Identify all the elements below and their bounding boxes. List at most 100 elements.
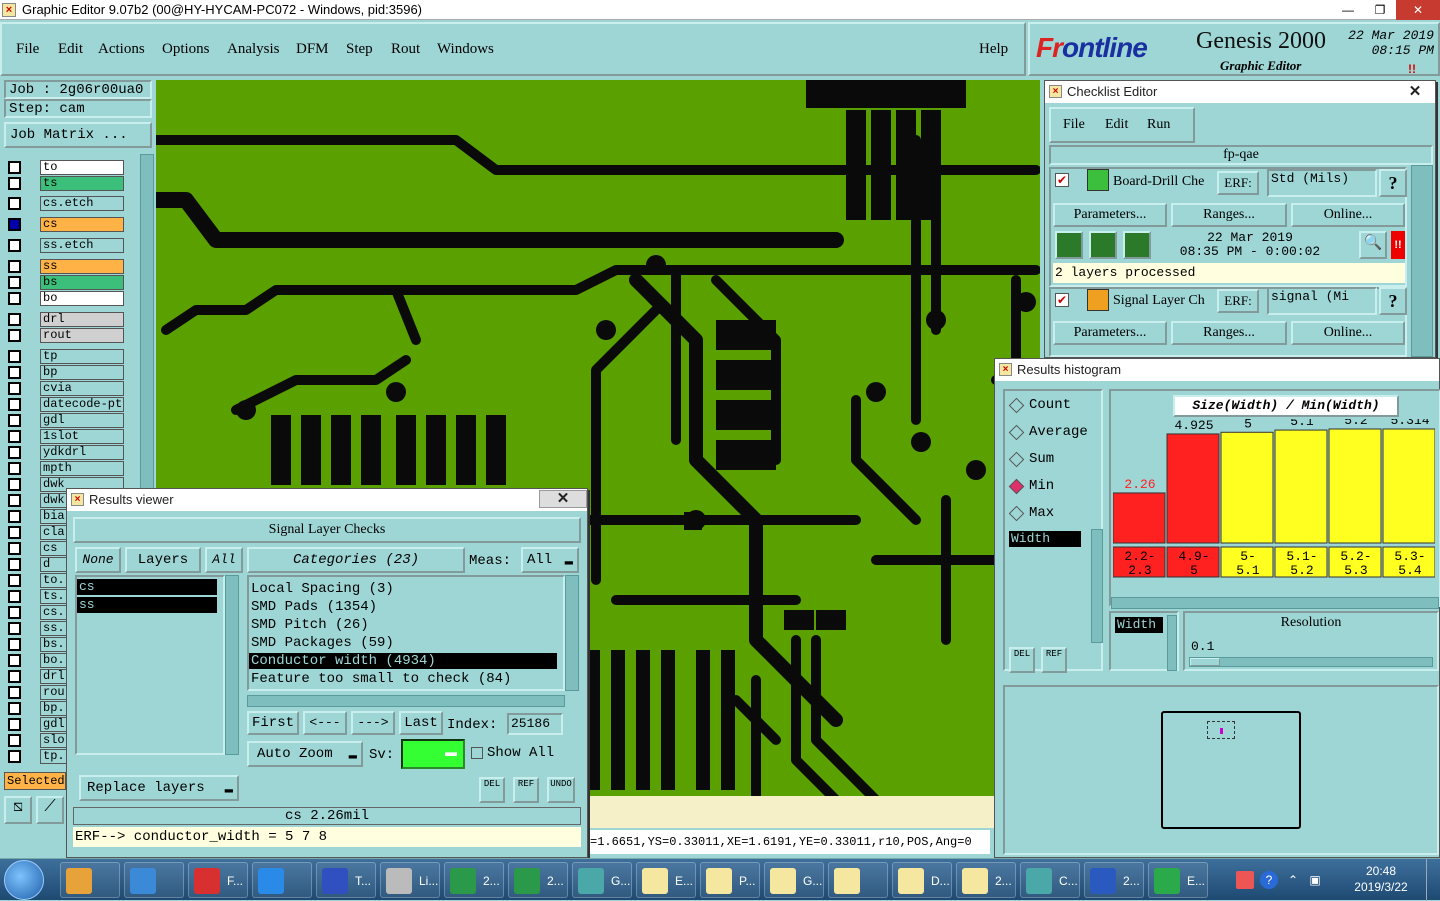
close-button[interactable]: ✕ (1396, 0, 1440, 20)
menu-edit[interactable]: Edit (58, 41, 83, 58)
layer-name[interactable]: mpth (40, 461, 124, 476)
layer-checkbox[interactable] (8, 218, 21, 231)
layer-row[interactable]: bo (6, 291, 126, 306)
auto-zoom-select[interactable]: Auto Zoom ▬ (247, 741, 363, 767)
histogram-option[interactable]: Min (1008, 478, 1099, 496)
layer-checkbox[interactable] (8, 329, 21, 342)
layer-list-scrollbar[interactable] (225, 575, 239, 755)
layer-row[interactable]: ss.etch (6, 238, 126, 253)
layer-checkbox[interactable] (8, 670, 21, 683)
maximize-button[interactable]: ❐ (1364, 0, 1396, 20)
layer-checkbox[interactable] (8, 638, 21, 651)
item1-erf-button[interactable]: ERF: (1217, 171, 1259, 195)
taskbar-item[interactable] (828, 862, 888, 898)
layers-all-button[interactable]: All (205, 547, 243, 573)
radio-icon[interactable] (1008, 505, 1025, 522)
run-action3-icon[interactable] (1123, 231, 1151, 259)
layer-checkbox[interactable] (8, 510, 21, 523)
layer-checkbox[interactable] (8, 239, 21, 252)
item1-parameters-button[interactable]: Parameters... (1053, 203, 1167, 227)
radio-icon[interactable] (1008, 424, 1025, 441)
layer-checkbox[interactable] (8, 606, 21, 619)
layer-row[interactable]: bs (6, 275, 126, 290)
tray-expand-icon[interactable]: ⌃ (1284, 871, 1302, 889)
layer-name[interactable]: to (40, 160, 124, 175)
layer-row[interactable]: rout (6, 328, 126, 343)
layer-name[interactable]: gdl (40, 413, 124, 428)
taskbar-item[interactable] (124, 862, 184, 898)
item2-parameters-button[interactable]: Parameters... (1053, 321, 1167, 345)
measure-tool-icon[interactable]: ⟋ (36, 796, 64, 824)
results-undo-button[interactable]: UNDO (547, 777, 575, 803)
layer-checkbox[interactable] (8, 462, 21, 475)
taskbar-item[interactable]: E... (636, 862, 696, 898)
item1-help-button[interactable]: ? (1379, 169, 1407, 197)
category-item[interactable]: Conductor width (4934) (249, 653, 557, 669)
checklist-menu-edit[interactable]: Edit (1105, 117, 1128, 133)
menu-analysis[interactable]: Analysis (227, 41, 280, 58)
resolution-field[interactable]: Width (1115, 617, 1163, 633)
layer-checkbox[interactable] (8, 622, 21, 635)
layer-checkbox[interactable] (8, 542, 21, 555)
sv-color-select[interactable]: ▬ (401, 739, 465, 769)
tray-help-icon[interactable]: ? (1260, 871, 1278, 889)
histogram-field[interactable]: Width (1009, 531, 1081, 547)
layer-checkbox[interactable] (8, 734, 21, 747)
taskbar-item[interactable]: C... (1020, 862, 1080, 898)
taskbar-item[interactable]: 2... (508, 862, 568, 898)
layer-name[interactable]: rout (40, 328, 124, 343)
taskbar-item[interactable]: G... (572, 862, 632, 898)
menu-rout[interactable]: Rout (391, 41, 420, 58)
item1-checkbox[interactable]: ✔ (1055, 173, 1069, 187)
taskbar-item[interactable]: Li... (380, 862, 440, 898)
checklist-close-icon[interactable]: ✕ (1395, 81, 1435, 103)
layer-checkbox[interactable] (8, 718, 21, 731)
histogram-option[interactable]: Average (1008, 424, 1099, 442)
layer-name[interactable]: drl (40, 312, 124, 327)
layer-checkbox[interactable] (8, 177, 21, 190)
layer-checkbox[interactable] (8, 558, 21, 571)
item2-checkbox[interactable]: ✔ (1055, 293, 1069, 307)
layers-none-button[interactable]: None (75, 547, 121, 573)
category-scrollbar[interactable] (565, 575, 579, 691)
item1-zoom-icon[interactable]: 🔍 (1359, 231, 1387, 259)
layer-checkbox[interactable] (8, 446, 21, 459)
checklist-menu-file[interactable]: File (1063, 117, 1085, 133)
category-item[interactable]: SMD Packages (59) (249, 635, 557, 651)
histogram-ref-button[interactable]: REF (1041, 647, 1067, 673)
category-item[interactable]: Local Spacing (3) (249, 581, 557, 597)
tray-s-icon[interactable] (1236, 871, 1254, 889)
menu-windows[interactable]: Windows (437, 41, 494, 58)
layer-row[interactable]: bp (6, 365, 126, 380)
layer-checkbox[interactable] (8, 702, 21, 715)
layer-row[interactable]: 1slot (6, 429, 126, 444)
layer-checkbox[interactable] (8, 398, 21, 411)
layer-row[interactable]: cs (6, 217, 126, 232)
taskbar-item[interactable]: P... (700, 862, 760, 898)
category-item[interactable]: Feature too small to check (84) (249, 671, 557, 687)
layer-checkbox[interactable] (8, 313, 21, 326)
replace-layers-select[interactable]: Replace layers ▬ (79, 775, 239, 801)
show-all-checkbox[interactable] (471, 747, 483, 759)
layer-row[interactable]: gdl (6, 413, 126, 428)
layer-row[interactable]: datecode-pt (6, 397, 126, 412)
item1-erf-value[interactable]: Std (Mils) (1267, 169, 1377, 197)
menu-file[interactable]: File (16, 41, 39, 58)
taskbar-item[interactable]: D... (892, 862, 952, 898)
taskbar-item[interactable]: 2... (444, 862, 504, 898)
taskbar-item[interactable]: T... (316, 862, 376, 898)
layer-checkbox[interactable] (8, 292, 21, 305)
histogram-option[interactable]: Count (1008, 397, 1099, 415)
layer-checkbox[interactable] (8, 161, 21, 174)
next-button[interactable]: ---> (351, 711, 395, 735)
radio-icon[interactable] (1008, 451, 1025, 468)
layer-row[interactable]: to (6, 160, 126, 175)
taskbar-item[interactable]: 2... (1084, 862, 1144, 898)
layer-name[interactable]: tp (40, 349, 124, 364)
prev-button[interactable]: <--- (303, 711, 347, 735)
field-scrollbar[interactable] (1091, 529, 1103, 643)
taskbar-item[interactable] (252, 862, 312, 898)
taskbar-item[interactable] (60, 862, 120, 898)
categories-button[interactable]: Categories (23) (247, 547, 465, 573)
menu-help[interactable]: Help (979, 41, 1008, 58)
